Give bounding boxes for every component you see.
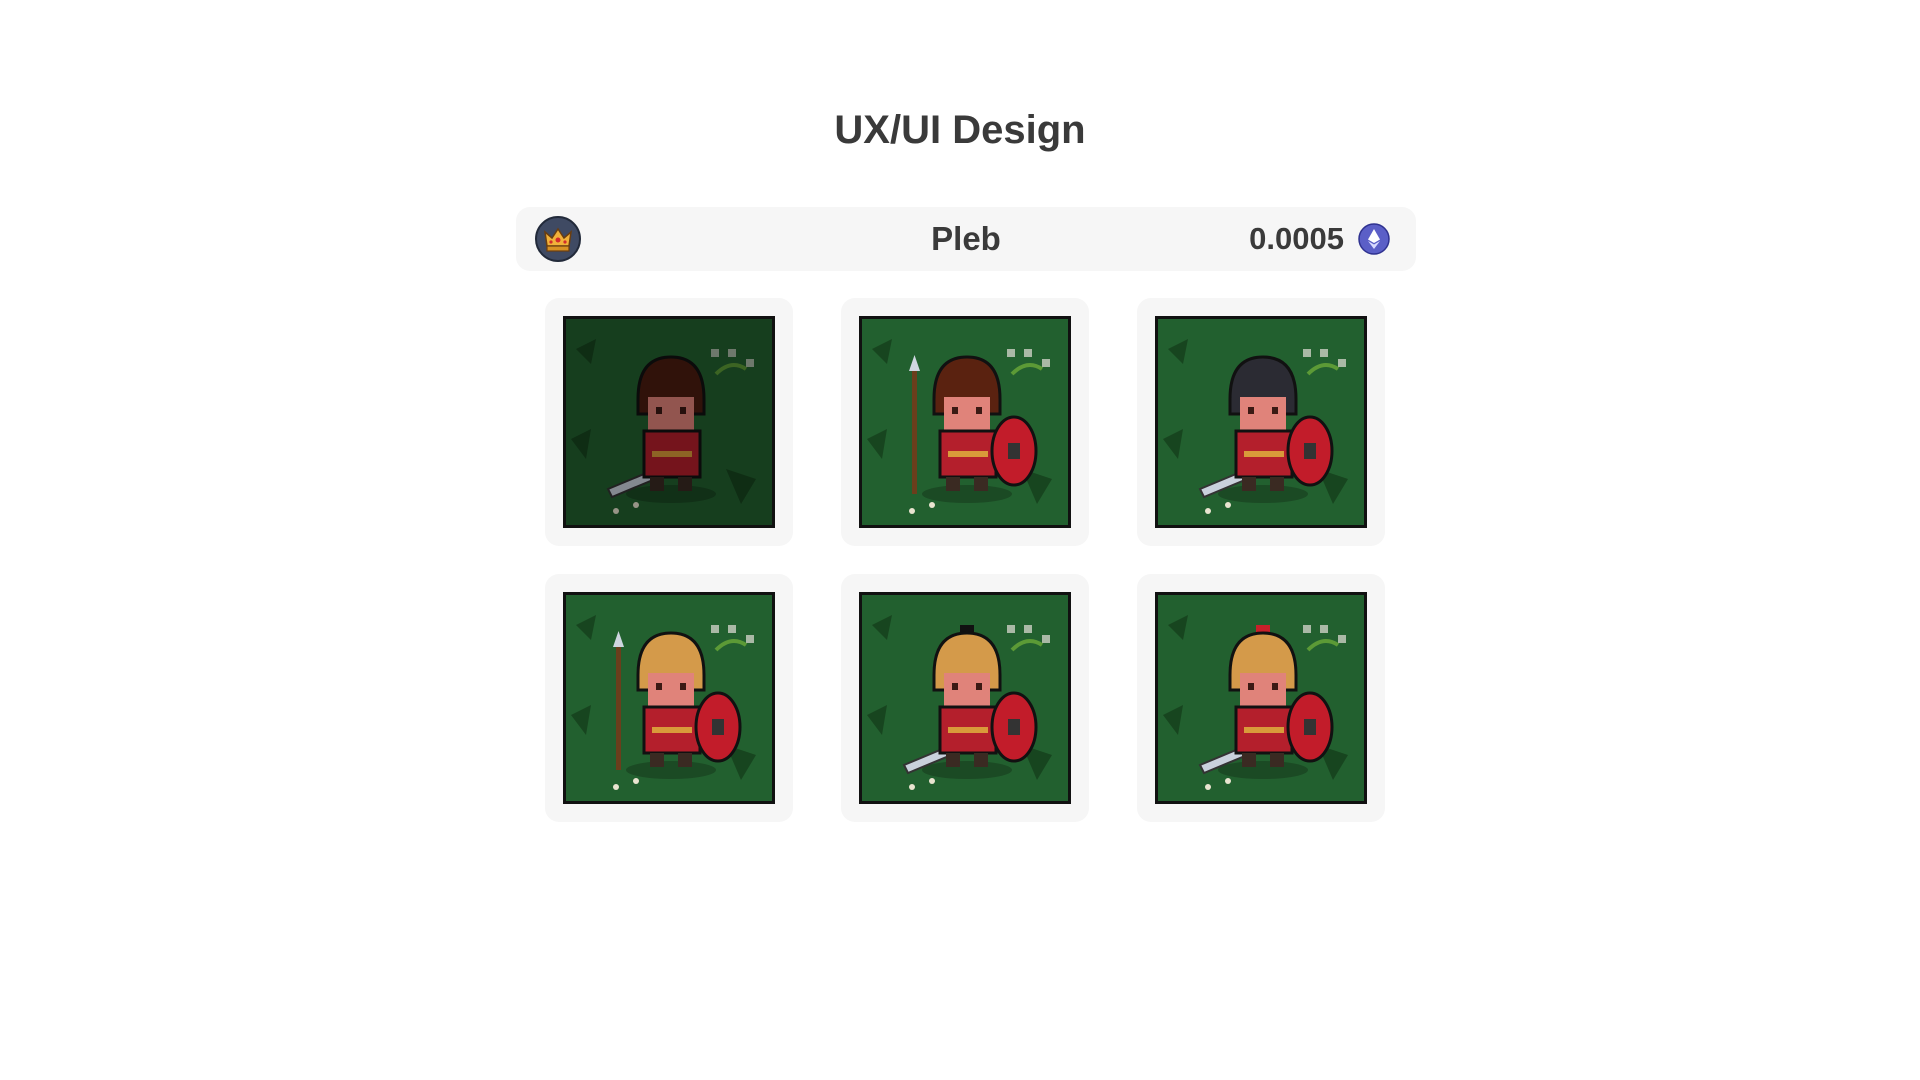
character-image [563, 316, 775, 528]
character-image [1155, 316, 1367, 528]
character-image [1155, 592, 1367, 804]
rank-header-bar: Pleb 0.0005 [516, 207, 1416, 271]
character-grid [545, 298, 1385, 822]
character-card[interactable] [1137, 574, 1385, 822]
character-card[interactable] [841, 574, 1089, 822]
character-image [859, 316, 1071, 528]
character-card[interactable] [1137, 298, 1385, 546]
character-image [859, 592, 1071, 804]
page-title: UX/UI Design [834, 108, 1086, 152]
character-card[interactable] [545, 574, 793, 822]
character-card[interactable] [841, 298, 1089, 546]
character-card[interactable] [545, 298, 793, 546]
ethereum-icon [1358, 223, 1390, 255]
price-value: 0.0005 [1249, 221, 1344, 256]
character-image [563, 592, 775, 804]
